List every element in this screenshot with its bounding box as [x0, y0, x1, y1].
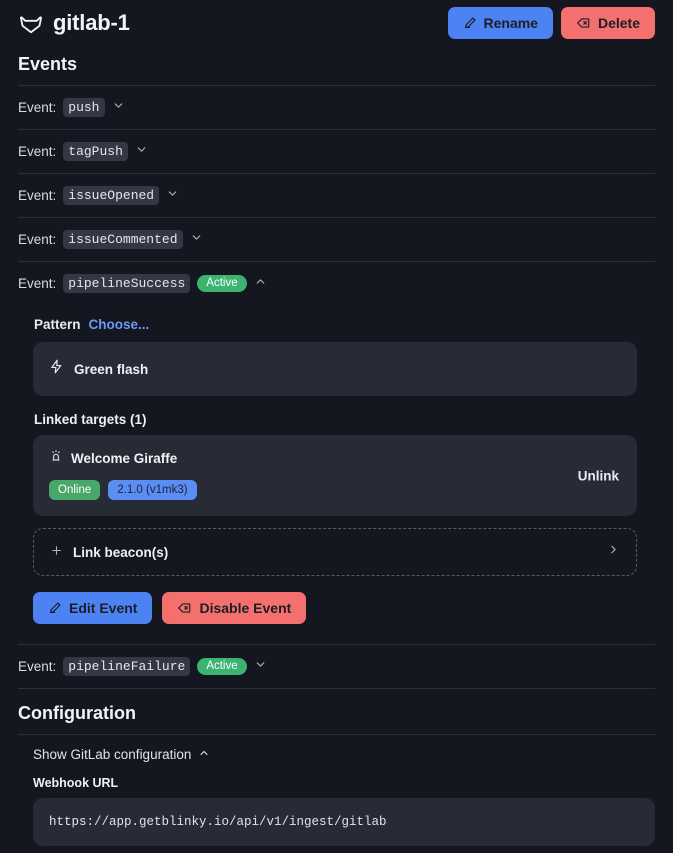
event-action-row: Edit Event Disable Event: [18, 576, 655, 638]
event-detail-panel: Pattern Choose... Green flash Linked tar…: [0, 305, 673, 644]
pattern-name: Green flash: [74, 362, 148, 377]
event-name: tagPush: [63, 142, 128, 161]
webhook-url-value[interactable]: https://app.getblinky.io/api/v1/ingest/g…: [33, 798, 655, 846]
event-label: Event:: [18, 188, 56, 203]
events-section-title: Events: [0, 40, 673, 85]
event-label: Event:: [18, 276, 56, 291]
chevron-down-icon[interactable]: [135, 143, 148, 161]
event-row[interactable]: Event: issueCommented: [0, 218, 673, 261]
edit-event-button[interactable]: Edit Event: [33, 592, 152, 624]
configuration-section-title: Configuration: [0, 689, 673, 734]
delete-x-icon: [576, 16, 591, 30]
event-name: issueCommented: [63, 230, 182, 249]
event-row[interactable]: Event: tagPush: [0, 130, 673, 173]
linked-targets-heading: Linked targets (1): [18, 396, 655, 435]
delete-button-label: Delete: [598, 16, 640, 30]
link-beacons-label: Link beacon(s): [73, 545, 168, 560]
show-gitlab-configuration-toggle[interactable]: Show GitLab configuration: [0, 735, 673, 772]
target-status-badge: Online: [49, 480, 100, 500]
event-row[interactable]: Event: issueOpened: [0, 174, 673, 217]
unlink-button[interactable]: Unlink: [578, 468, 619, 483]
chevron-up-icon[interactable]: [254, 275, 267, 293]
page-title: gitlab-1: [53, 10, 130, 36]
event-row[interactable]: Event: pipelineFailure Active: [0, 645, 673, 688]
lightning-bolt-icon: [49, 359, 64, 379]
chevron-right-icon: [607, 543, 620, 561]
plus-icon: [50, 544, 63, 560]
config-toggle-label: Show GitLab configuration: [33, 747, 191, 762]
rename-button[interactable]: Rename: [448, 7, 553, 39]
gitlab-logo-icon: [18, 10, 44, 36]
rename-button-label: Rename: [484, 16, 538, 30]
event-row[interactable]: Event: push: [0, 86, 673, 129]
disable-event-button[interactable]: Disable Event: [162, 592, 306, 624]
delete-x-icon: [177, 601, 192, 615]
target-badges: Online 2.1.0 (v1mk3): [49, 480, 621, 500]
pencil-icon: [463, 16, 477, 30]
pattern-line: Pattern Choose...: [18, 309, 655, 342]
event-label: Event:: [18, 100, 56, 115]
event-label: Event:: [18, 144, 56, 159]
choose-pattern-link[interactable]: Choose...: [89, 317, 150, 332]
link-beacons-button[interactable]: Link beacon(s): [33, 528, 637, 576]
chevron-up-icon: [198, 747, 210, 762]
header-actions: Rename Delete: [448, 7, 656, 39]
pattern-card[interactable]: Green flash: [33, 342, 637, 396]
target-version-badge: 2.1.0 (v1mk3): [108, 480, 196, 500]
event-name: pipelineSuccess: [63, 274, 190, 293]
event-label: Event:: [18, 232, 56, 247]
event-name: pipelineFailure: [63, 657, 190, 676]
app-root: gitlab-1 Rename Delete: [0, 0, 673, 853]
status-badge: Active: [197, 658, 246, 676]
edit-event-label: Edit Event: [69, 601, 137, 615]
chevron-down-icon[interactable]: [112, 99, 125, 117]
event-name: push: [63, 98, 104, 117]
event-label: Event:: [18, 659, 56, 674]
event-name: issueOpened: [63, 186, 159, 205]
secret-token-label: Secret Token: [0, 846, 673, 853]
chevron-down-icon[interactable]: [166, 187, 179, 205]
delete-button[interactable]: Delete: [561, 7, 655, 39]
pencil-icon: [48, 601, 62, 615]
linked-target-card: Welcome Giraffe Online 2.1.0 (v1mk3) Unl…: [33, 435, 637, 516]
brand: gitlab-1: [18, 10, 130, 36]
target-name: Welcome Giraffe: [71, 451, 177, 466]
status-badge: Active: [197, 275, 246, 293]
webhook-url-label: Webhook URL: [0, 772, 673, 798]
chevron-down-icon[interactable]: [190, 231, 203, 249]
pattern-label: Pattern: [34, 317, 81, 332]
page-header: gitlab-1 Rename Delete: [0, 0, 673, 40]
event-row-expanded[interactable]: Event: pipelineSuccess Active: [0, 262, 673, 305]
chevron-down-icon[interactable]: [254, 658, 267, 676]
target-head: Welcome Giraffe: [49, 449, 621, 468]
disable-event-label: Disable Event: [199, 601, 291, 615]
beacon-siren-icon: [49, 449, 63, 468]
